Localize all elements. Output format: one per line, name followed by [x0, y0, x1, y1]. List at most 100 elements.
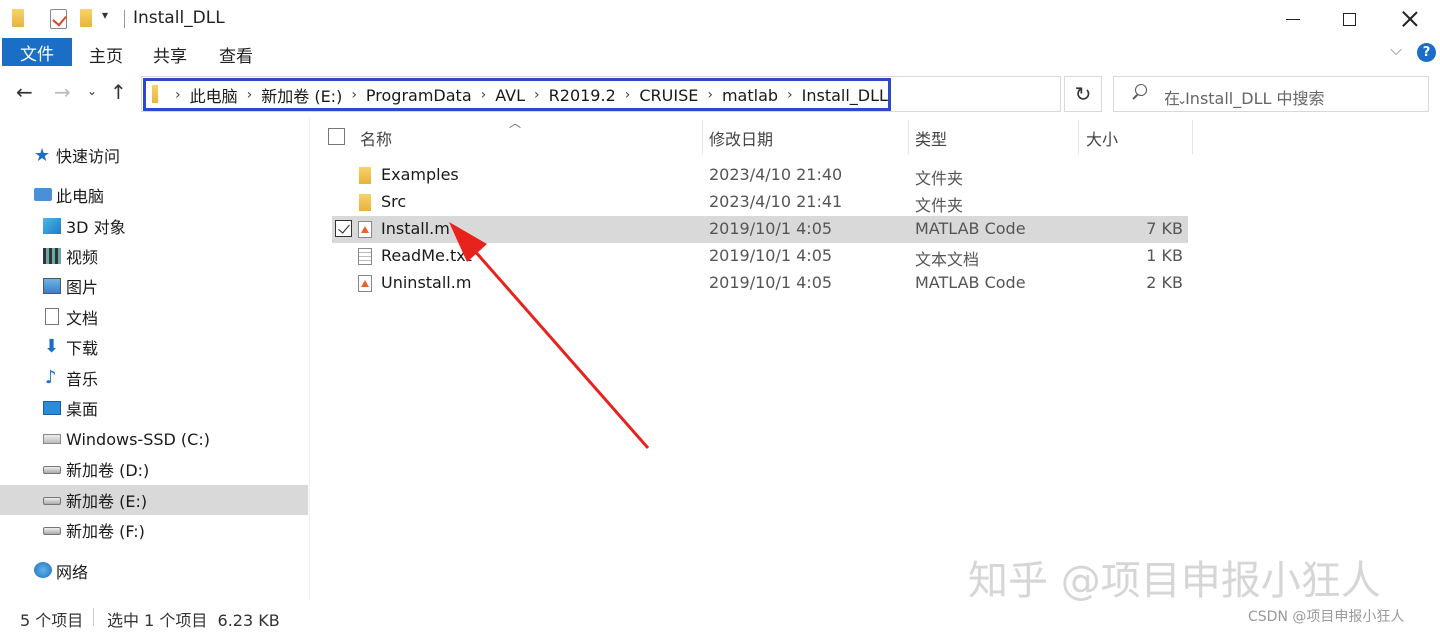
table-row[interactable]: Examples 2023/4/10 21:40 文件夹: [332, 162, 1188, 189]
file-modified: 2019/10/1 4:05: [709, 273, 833, 292]
download-icon: ⬇: [44, 336, 60, 357]
sidebar-item-documents[interactable]: 文档: [0, 302, 308, 332]
file-type: 文件夹: [915, 169, 964, 188]
back-button[interactable]: ←: [16, 80, 33, 104]
windows-drive-icon: [43, 434, 61, 444]
sidebar-item-label: 桌面: [66, 400, 99, 419]
file-type: MATLAB Code: [915, 219, 1026, 238]
sidebar-item-videos[interactable]: 视频: [0, 241, 308, 271]
tab-view[interactable]: 查看: [219, 42, 253, 67]
column-divider[interactable]: [908, 120, 909, 154]
file-list: ︿ 名称 修改日期 类型 大小 Examples 2023/4/10 21:40…: [312, 116, 1440, 600]
up-button[interactable]: ↑: [110, 80, 127, 104]
refresh-button[interactable]: ↻: [1064, 76, 1102, 112]
search-placeholder: 在 Install_DLL 中搜索: [1164, 89, 1325, 108]
properties-icon[interactable]: [50, 9, 67, 29]
text-file-icon: [358, 248, 372, 265]
column-divider[interactable]: [1078, 120, 1079, 154]
sidebar-item-label: 快速访问: [56, 147, 121, 166]
file-name[interactable]: Uninstall.m: [381, 273, 471, 292]
folder-icon: [12, 9, 24, 27]
drive-icon: [43, 497, 61, 505]
watermark-zhihu: 知乎 @项目申报小狂人: [968, 558, 1381, 604]
file-modified: 2023/4/10 21:41: [709, 192, 843, 211]
sidebar-item-label: 新加卷 (E:): [66, 492, 148, 511]
column-header-name[interactable]: 名称: [360, 126, 392, 150]
maximize-button[interactable]: [1326, 4, 1372, 34]
video-icon: [43, 248, 61, 264]
sidebar-item-label: 视频: [66, 248, 99, 267]
desktop-icon: [43, 401, 61, 415]
folder-icon: [359, 167, 371, 184]
quick-access-dropdown[interactable]: ▾: [102, 8, 108, 22]
table-row[interactable]: ReadMe.txt 2019/10/1 4:05 文本文档 1 KB: [332, 243, 1188, 270]
column-divider[interactable]: [702, 120, 703, 154]
sidebar-item-this-pc[interactable]: 此电脑: [0, 180, 308, 210]
new-folder-icon[interactable]: [80, 9, 92, 27]
file-name[interactable]: Src: [381, 192, 406, 211]
file-size: 1 KB: [1146, 246, 1183, 265]
maximize-icon: [1342, 12, 1356, 26]
table-row[interactable]: Src 2023/4/10 21:41 文件夹: [332, 189, 1188, 216]
network-icon: [34, 562, 52, 578]
table-row[interactable]: Uninstall.m 2019/10/1 4:05 MATLAB Code 2…: [332, 270, 1188, 297]
sidebar-item-drive-d[interactable]: 新加卷 (D:): [0, 454, 308, 484]
file-modified: 2019/10/1 4:05: [709, 246, 833, 265]
column-header-modified[interactable]: 修改日期: [709, 126, 773, 150]
computer-icon: [34, 188, 52, 201]
file-size: 7 KB: [1146, 219, 1183, 238]
documents-icon: [45, 308, 59, 325]
sidebar-item-network[interactable]: 网络: [0, 556, 308, 586]
sidebar-item-drive-f[interactable]: 新加卷 (F:): [0, 515, 308, 545]
sidebar-item-music[interactable]: ♪ 音乐: [0, 363, 308, 393]
music-icon: ♪: [45, 367, 57, 388]
recent-locations-icon[interactable]: ⌄: [87, 84, 97, 98]
title-bar: ▾ Install_DLL: [0, 0, 1440, 38]
tab-home[interactable]: 主页: [89, 42, 123, 67]
matlab-file-icon: [358, 221, 372, 238]
sidebar-item-label: 此电脑: [56, 187, 105, 206]
sidebar-item-label: Windows-SSD (C:): [66, 429, 210, 449]
sidebar-item-pictures[interactable]: 图片: [0, 271, 308, 301]
refresh-icon: ↻: [1074, 82, 1092, 106]
help-icon[interactable]: ?: [1417, 43, 1436, 62]
expand-ribbon-icon[interactable]: ⌵: [1390, 40, 1402, 60]
status-selection: 选中 1 个项目 6.23 KB: [107, 611, 280, 630]
sidebar-item-label: 新加卷 (D:): [66, 461, 150, 480]
file-type: MATLAB Code: [915, 273, 1026, 292]
drive-icon: [43, 466, 61, 474]
row-checkbox[interactable]: [335, 220, 352, 237]
column-divider[interactable]: [1192, 120, 1193, 154]
column-header-size[interactable]: 大小: [1086, 126, 1118, 150]
tab-share[interactable]: 共享: [153, 42, 187, 67]
sidebar-item-drive-e[interactable]: 新加卷 (E:): [0, 485, 308, 515]
sidebar-item-drive-c[interactable]: Windows-SSD (C:): [0, 424, 308, 454]
select-all-checkbox[interactable]: [328, 128, 345, 145]
window-title: Install_DLL: [133, 8, 225, 28]
file-name[interactable]: Install.m: [381, 219, 450, 238]
close-button[interactable]: [1387, 4, 1433, 34]
sidebar-item-desktop[interactable]: 桌面: [0, 393, 308, 423]
folder-icon: [359, 194, 371, 211]
sidebar-item-quick-access[interactable]: ★ 快速访问: [0, 140, 308, 170]
file-name[interactable]: ReadMe.txt: [381, 246, 472, 265]
address-highlight-box: [143, 78, 891, 111]
sidebar-item-label: 下载: [66, 339, 99, 358]
column-header-type[interactable]: 类型: [915, 126, 947, 150]
divider: [93, 608, 94, 626]
ribbon-tabs: 文件 主页 共享 查看 ⌵ ?: [0, 38, 1440, 68]
file-name[interactable]: Examples: [381, 165, 459, 184]
minimize-button[interactable]: [1270, 4, 1316, 34]
sidebar-item-label: 新加卷 (F:): [66, 522, 145, 541]
table-row[interactable]: Install.m 2019/10/1 4:05 MATLAB Code 7 K…: [332, 216, 1188, 243]
forward-button[interactable]: →: [54, 80, 71, 104]
sidebar-item-label: 文档: [66, 309, 99, 328]
search-input[interactable]: 在 Install_DLL 中搜索: [1113, 76, 1429, 112]
sidebar-item-downloads[interactable]: ⬇ 下载: [0, 332, 308, 362]
tab-file[interactable]: 文件: [2, 38, 72, 66]
navigation-pane: ★ 快速访问 此电脑 3D 对象 视频 图片 文档 ⬇ 下载 ♪ 音乐 桌面 W…: [0, 118, 310, 600]
sidebar-item-3d-objects[interactable]: 3D 对象: [0, 211, 308, 241]
drive-icon: [43, 527, 61, 535]
sidebar-item-label: 网络: [56, 563, 89, 582]
sidebar-item-label: 图片: [66, 278, 99, 297]
